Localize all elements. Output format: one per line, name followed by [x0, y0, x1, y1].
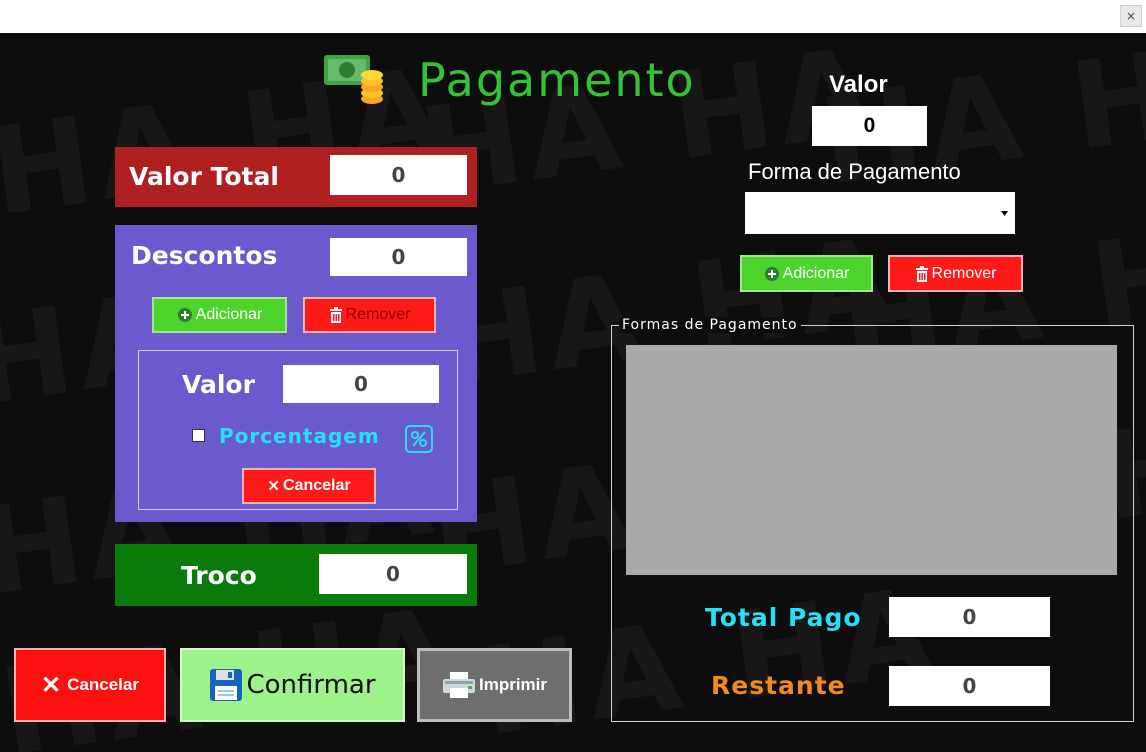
page-title: Pagamento: [418, 53, 696, 107]
print-button[interactable]: Imprimir: [417, 648, 572, 722]
window-titlebar: ×: [0, 0, 1146, 33]
total-pago-label: Total Pago: [705, 603, 862, 632]
percent-icon: [405, 425, 433, 453]
watermark-text: HA HA: [0, 41, 456, 244]
cancel-discount-button[interactable]: ✕ Cancelar: [242, 468, 376, 504]
percent-checkbox[interactable]: [192, 429, 205, 442]
restante-field[interactable]: 0: [889, 666, 1050, 706]
valor-total-field[interactable]: 0: [330, 155, 467, 195]
plus-circle-icon: [177, 307, 193, 323]
restante-label: Restante: [711, 671, 846, 700]
troco-field[interactable]: 0: [319, 554, 467, 594]
print-label: Imprimir: [478, 675, 548, 694]
payment-valor-field[interactable]: 0: [812, 106, 927, 146]
total-pago-field[interactable]: 0: [889, 597, 1050, 637]
forma-pagamento-select[interactable]: [745, 192, 1015, 234]
plus-circle-icon: [764, 266, 780, 282]
valor-total-label: Valor Total: [129, 162, 279, 191]
close-icon: ✕: [41, 671, 62, 699]
confirm-payment-button[interactable]: Confirmar: [180, 648, 405, 722]
trash-icon: [915, 265, 929, 282]
remove-discount-label: Remover: [345, 306, 411, 323]
add-payment-button[interactable]: Adicionar: [740, 255, 873, 292]
add-payment-label: Adicionar: [782, 264, 850, 282]
remove-payment-button[interactable]: Remover: [888, 255, 1023, 292]
formas-pagamento-list[interactable]: [626, 345, 1117, 575]
remove-discount-button[interactable]: Remover: [303, 297, 436, 333]
discount-valor-field[interactable]: 0: [283, 365, 439, 403]
descontos-field[interactable]: 0: [330, 238, 467, 276]
formas-pagamento-group-label: Formas de Pagamento: [619, 317, 801, 333]
add-discount-label: Adicionar: [195, 306, 263, 323]
cancel-payment-button[interactable]: ✕ Cancelar: [14, 648, 166, 722]
chevron-down-icon[interactable]: [996, 194, 1013, 232]
percent-label: Porcentagem: [219, 424, 380, 448]
cancel-payment-label: Cancelar: [67, 675, 139, 694]
floppy-disk-icon: [209, 668, 243, 702]
remove-payment-label: Remover: [931, 264, 997, 282]
descontos-label: Descontos: [131, 241, 278, 270]
payment-valor-label: Valor: [829, 71, 888, 98]
money-coins-icon: [322, 49, 384, 109]
confirm-payment-label: Confirmar: [246, 670, 376, 700]
forma-pagamento-label: Forma de Pagamento: [748, 159, 961, 184]
close-window-button[interactable]: ×: [1120, 5, 1142, 27]
troco-label: Troco: [181, 561, 257, 590]
trash-icon: [329, 307, 343, 323]
printer-icon: [442, 671, 476, 699]
cancel-discount-label: Cancelar: [282, 477, 351, 494]
payment-window: HA HA HA HA HA HA HA HA HA HA HA HA HA H…: [0, 33, 1146, 752]
close-icon: ✕: [267, 478, 280, 495]
add-discount-button[interactable]: Adicionar: [152, 297, 287, 333]
discount-valor-label: Valor: [182, 370, 255, 399]
